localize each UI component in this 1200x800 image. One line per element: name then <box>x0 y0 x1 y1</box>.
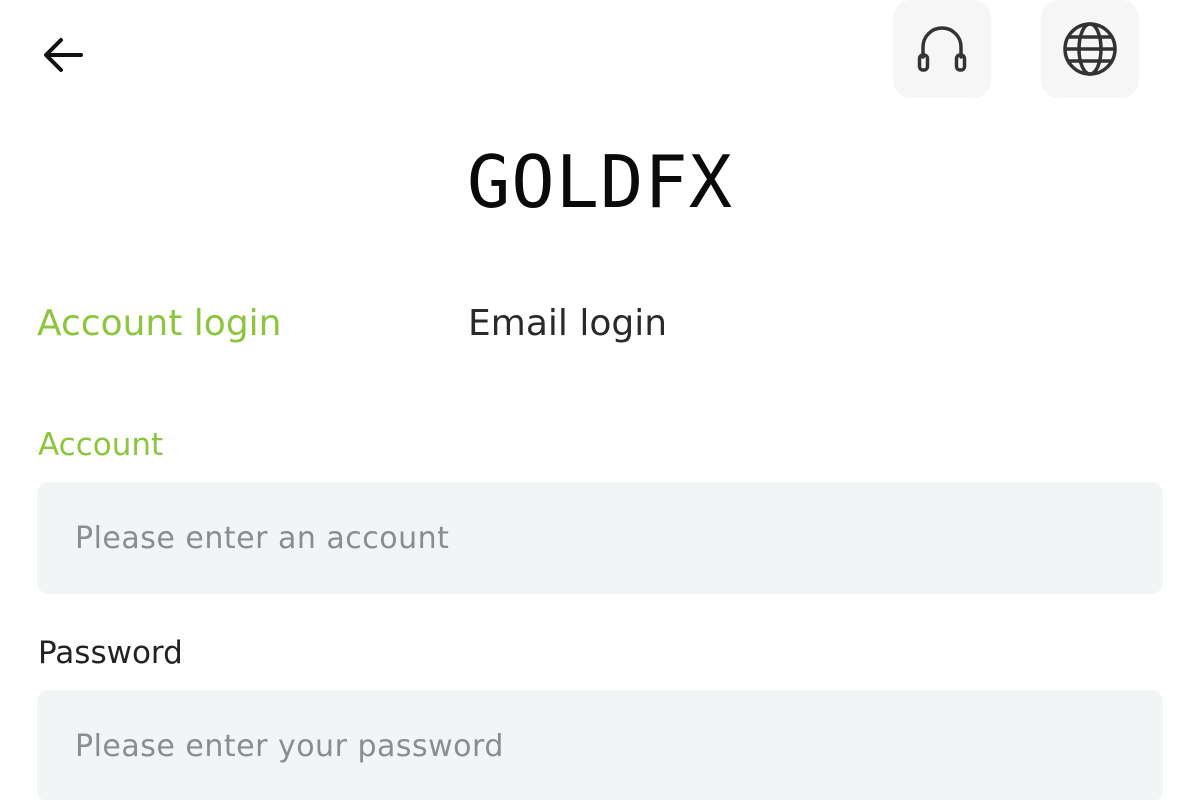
login-page: GOLDFX Account login Email login Account… <box>0 0 1200 800</box>
password-input[interactable] <box>37 690 1163 800</box>
tab-email-login[interactable]: Email login <box>468 300 667 348</box>
tab-account-login[interactable]: Account login <box>37 300 282 348</box>
language-button[interactable] <box>1041 0 1139 98</box>
arrow-left-icon <box>44 38 83 72</box>
password-label: Password <box>38 635 183 671</box>
account-label: Account <box>38 427 164 463</box>
login-tabs: Account login Email login <box>37 300 1163 350</box>
globe-icon <box>1063 22 1117 76</box>
account-input-container <box>37 482 1163 594</box>
account-input[interactable] <box>37 482 1163 594</box>
headset-icon <box>917 26 967 72</box>
support-button[interactable] <box>893 0 991 98</box>
password-input-container <box>37 690 1163 800</box>
brand-logo-text: GOLDFX <box>466 140 734 224</box>
back-button[interactable] <box>38 32 88 78</box>
